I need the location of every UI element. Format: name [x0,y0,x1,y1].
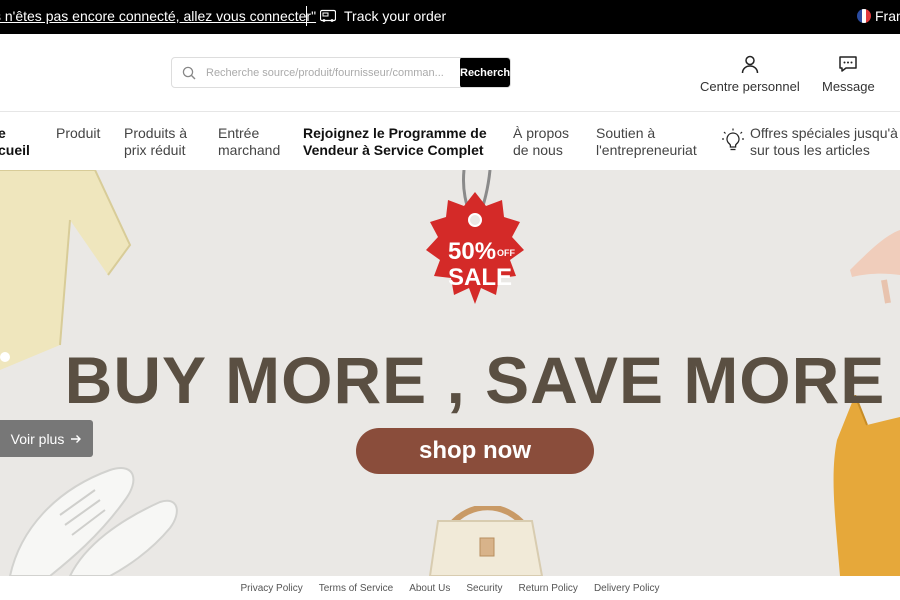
nav-product[interactable]: Produit [56,125,100,142]
nav-home[interactable]: e cueil [0,125,30,159]
message-label: Message [822,79,875,94]
search-button[interactable]: Recherch [460,58,510,87]
sale-tag-text: 50%OFF SALE [448,238,515,291]
login-prompt-link[interactable]: s n'êtes pas encore connecté, allez vous… [0,8,316,24]
dress-image [833,395,900,576]
nav-about-line2: de nous [513,142,563,158]
france-flag-icon [857,9,871,23]
nav-merchant-line1: Entrée [218,125,260,141]
nav-reduced-price[interactable]: Produits à prix réduit [124,125,187,159]
top-bar: s n'êtes pas encore connecté, allez vous… [0,0,900,34]
track-order-link[interactable]: Track your order [320,8,446,24]
promo-line2: sur tous les articles [750,142,870,158]
language-selector[interactable]: Franc [857,8,900,24]
sale-label: SALE [448,263,513,291]
lightbulb-icon [722,128,744,151]
banner-headline: BUY MORE , SAVE MORE [64,343,886,417]
nav-about-line1: À propos [513,125,570,141]
user-icon [741,55,759,74]
nav-product-label: Produit [56,125,101,141]
personal-center-label: Centre personnel [700,79,800,94]
search-bar: Recherch [171,57,511,88]
search-icon [172,66,206,80]
footer-links: Privacy Policy Terms of Service About Us… [0,576,900,600]
privacy-policy-link[interactable]: Privacy Policy [240,583,302,594]
sale-percent: 50% [448,238,497,265]
arrow-right-icon [71,434,82,443]
nav-about[interactable]: À propos de nous [513,125,569,159]
personal-center-link[interactable]: Centre personnel [700,54,800,94]
main-nav: e cueil Produit Produits à prix réduit E… [0,112,900,170]
shop-now-button[interactable]: shop now [356,428,594,474]
nav-support-line1: Soutien à [596,125,656,141]
nav-reduced-line1: Produits à [124,125,188,141]
security-link[interactable]: Security [466,583,502,594]
nav-program-line1: Rejoignez le Programme de [303,125,487,141]
see-more-button[interactable]: Voir plus [0,420,93,457]
truck-icon [320,9,336,22]
sale-off: OFF [497,247,516,258]
track-order-label: Track your order [344,8,447,24]
message-link[interactable]: Message [822,54,875,94]
nav-merchant-line2: marchand [218,142,281,158]
nav-program-line2: Vendeur à Service Complet [303,142,484,158]
return-policy-link[interactable]: Return Policy [518,583,577,594]
search-input[interactable] [206,66,460,79]
delivery-policy-link[interactable]: Delivery Policy [594,583,660,594]
handbag-image [428,506,544,576]
special-offers-promo[interactable]: Offres spéciales jusqu'à 6 sur tous les … [722,125,900,159]
shorts-image [0,170,132,370]
chat-icon [839,56,858,72]
site-header: Recherch Centre personnel Message [0,34,900,112]
nav-home-line1: e [0,125,6,141]
promo-line1: Offres spéciales jusqu'à 6 [750,125,900,141]
nav-entrepreneur-support[interactable]: Soutien à l'entrepreneuriat [596,125,697,159]
nav-seller-program[interactable]: Rejoignez le Programme de Vendeur à Serv… [303,125,487,159]
nav-merchant-entry[interactable]: Entrée marchand [218,125,280,159]
language-label: Franc [875,8,900,24]
nav-reduced-line2: prix réduit [124,142,186,158]
hero-banner[interactable]: 50%OFF SALE BUY MORE , SAVE MORE shop no… [0,170,900,576]
about-us-link[interactable]: About Us [409,583,450,594]
sneakers-image [8,467,178,576]
nav-home-line2: cueil [0,142,30,158]
nav-support-line2: l'entrepreneuriat [596,142,697,158]
heels-image [850,230,900,304]
see-more-label: Voir plus [10,430,65,447]
top-bar-divider [306,6,307,26]
terms-of-service-link[interactable]: Terms of Service [319,583,393,594]
